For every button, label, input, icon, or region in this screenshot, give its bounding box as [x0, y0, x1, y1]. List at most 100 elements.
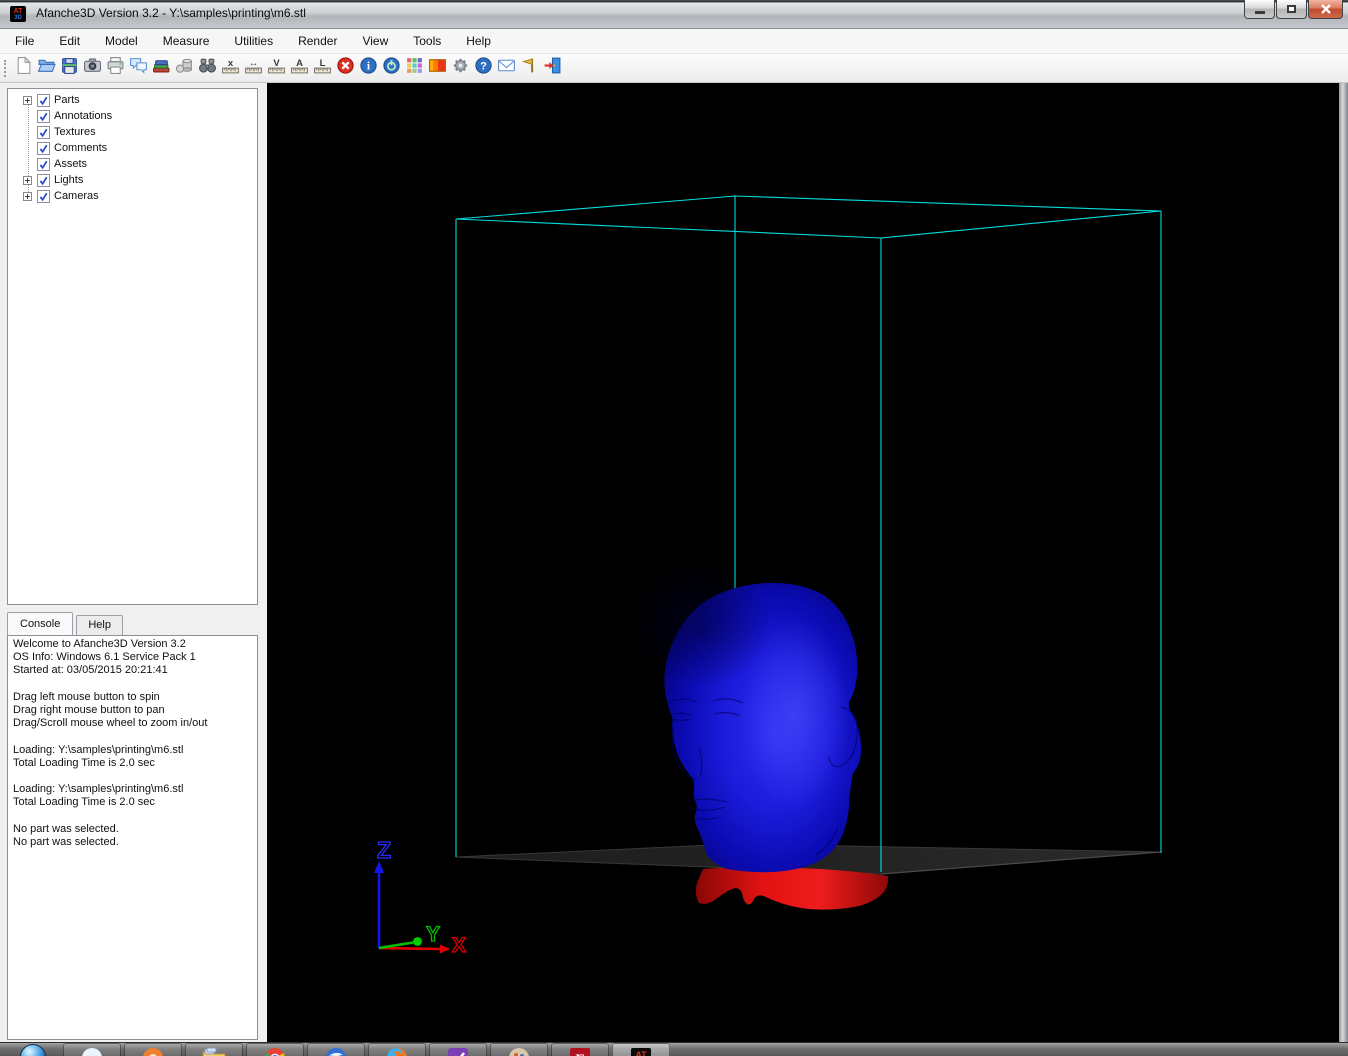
search-binoculars-icon: [198, 56, 217, 80]
tree-item-parts[interactable]: Parts: [8, 92, 257, 108]
expander-parts[interactable]: [23, 95, 32, 105]
toolbar-print-button[interactable]: [104, 57, 126, 80]
toolbar-save-button[interactable]: [58, 57, 80, 80]
checkbox-annotations[interactable]: [37, 109, 50, 123]
console-line: OS Info: Windows 6.1 Service Pack 1: [13, 651, 196, 664]
menu-item-view[interactable]: View: [353, 31, 397, 51]
screenshot-camera-icon: [83, 56, 102, 80]
viewport-canvas[interactable]: Z Y X: [267, 83, 1339, 1042]
console-line: No part was selected.: [13, 836, 119, 849]
tree-label-annotations: Annotations: [54, 110, 113, 122]
toolbar-measure-x-button[interactable]: x: [219, 57, 241, 80]
tree-item-cameras[interactable]: Cameras: [8, 188, 257, 204]
tree-item-assets[interactable]: Assets: [8, 156, 257, 172]
close-button[interactable]: [1308, 0, 1343, 19]
taskbar-button-file-explorer[interactable]: [185, 1043, 243, 1056]
checkbox-cameras[interactable]: [37, 189, 50, 203]
checkbox-parts[interactable]: [37, 93, 50, 107]
toolbar-new-document-button[interactable]: [12, 56, 34, 80]
color-palette-icon: [405, 56, 424, 80]
expander-lights[interactable]: [23, 175, 32, 185]
tree-label-textures: Textures: [54, 126, 96, 138]
toolbar-open-folder-button[interactable]: [35, 57, 57, 80]
menu-item-model[interactable]: Model: [96, 31, 147, 51]
console-line: Loading: Y:\samples\printing\m6.stl: [13, 743, 184, 756]
tree-item-lights[interactable]: Lights: [8, 172, 257, 188]
checkbox-comments[interactable]: [37, 141, 50, 155]
minimize-button[interactable]: [1244, 0, 1275, 19]
menu-item-utilities[interactable]: Utilities: [225, 31, 282, 51]
paint-icon: [507, 1046, 531, 1056]
model-head[interactable]: [628, 563, 862, 873]
firefox-icon: [385, 1046, 409, 1056]
tab-console[interactable]: Console: [7, 612, 74, 635]
toolbar-books-button[interactable]: [150, 57, 172, 80]
start-button[interactable]: [3, 1043, 63, 1056]
menu-item-tools[interactable]: Tools: [404, 31, 450, 51]
flash-icon: F: [568, 1046, 592, 1056]
console-line: Welcome to Afanche3D Version 3.2: [13, 638, 186, 650]
toolbar-material-color-button[interactable]: [426, 57, 448, 80]
toolbar-flag-button[interactable]: [518, 57, 540, 80]
expander-cameras[interactable]: [23, 191, 32, 201]
toolbar-help-button[interactable]: ?: [472, 57, 494, 80]
console-line: Total Loading Time is 2.0 sec: [13, 756, 155, 769]
taskbar-button-office-app[interactable]: [429, 1043, 487, 1056]
toolbar-screenshot-camera-button[interactable]: [81, 57, 103, 80]
taskbar-button-afanche3d[interactable]: AT3D: [612, 1043, 670, 1056]
maximize-button[interactable]: [1276, 0, 1307, 19]
toolbar-comments-button[interactable]: [127, 57, 149, 80]
taskbar-button-internet-explorer[interactable]: e: [63, 1043, 121, 1056]
toolbar-color-palette-button[interactable]: [403, 57, 425, 80]
head-highlight: [740, 620, 850, 810]
tab-help[interactable]: Help: [76, 615, 123, 635]
check-icon: [39, 192, 48, 201]
checkbox-textures[interactable]: [37, 125, 50, 139]
checkbox-assets[interactable]: [37, 157, 50, 171]
toolbar-search-binoculars-button[interactable]: [196, 57, 218, 80]
toolbar-measure-a-button[interactable]: A: [288, 57, 310, 80]
toolbar-info-button[interactable]: i: [357, 57, 379, 80]
toolbar-settings-gear-button[interactable]: [449, 57, 471, 80]
toolbar-measure-l-button[interactable]: L: [311, 57, 333, 80]
taskbar-button-firefox[interactable]: [368, 1043, 426, 1056]
toolbar-exit-door-button[interactable]: [541, 57, 563, 80]
toolbar-stop-button[interactable]: [334, 57, 356, 80]
console-output: Welcome to Afanche3D Version 3.2 OS Info:…: [7, 635, 258, 1040]
tree-item-annotations[interactable]: Annotations: [8, 108, 257, 124]
menu-item-render[interactable]: Render: [289, 31, 346, 51]
toolbar-measure-v-button[interactable]: V: [265, 57, 287, 80]
model-support-neck[interactable]: [695, 867, 889, 910]
chrome-icon: [263, 1046, 287, 1056]
stop-icon: [336, 56, 355, 80]
check-icon: [39, 128, 48, 137]
checkbox-lights[interactable]: [37, 173, 50, 187]
taskbar-button-flash[interactable]: F: [551, 1043, 609, 1056]
menu-item-edit[interactable]: Edit: [50, 31, 89, 51]
toolbar-power-button[interactable]: [380, 57, 402, 80]
menu-item-help[interactable]: Help: [457, 31, 500, 51]
menu-item-measure[interactable]: Measure: [154, 31, 219, 51]
tree-label-lights: Lights: [54, 174, 84, 186]
toolbar-grip[interactable]: [4, 59, 7, 77]
taskbar-button-chrome[interactable]: [246, 1043, 304, 1056]
office-app-icon: [446, 1046, 470, 1056]
tree-item-textures[interactable]: Textures: [8, 124, 257, 140]
toolbar-measure-distance-button[interactable]: ↔: [242, 57, 264, 80]
maximize-icon: [1287, 5, 1296, 13]
svg-text:F: F: [575, 1052, 584, 1056]
internet-explorer-icon: e: [80, 1046, 104, 1056]
toolbar-3d-primitives-button[interactable]: [173, 57, 195, 80]
taskbar-button-thunderbird[interactable]: [307, 1043, 365, 1056]
tree-item-comments[interactable]: Comments: [8, 140, 257, 156]
tree-label-cameras: Cameras: [54, 190, 99, 202]
print-icon: [106, 56, 125, 80]
menu-item-file[interactable]: File: [6, 31, 43, 51]
toolbar-email-button[interactable]: [495, 57, 517, 80]
taskbar-button-media-player[interactable]: [124, 1043, 182, 1056]
taskbar-button-paint[interactable]: [490, 1043, 548, 1056]
x-axis-arrowhead: [440, 944, 450, 954]
exit-door-icon: [543, 56, 562, 80]
